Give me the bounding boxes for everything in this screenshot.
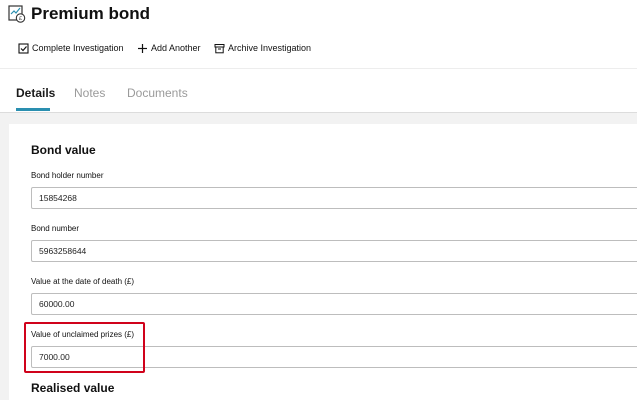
realised-value-heading: Realised value (31, 381, 115, 395)
archive-box-icon (213, 42, 225, 54)
unclaimed-prizes-input[interactable] (31, 346, 637, 368)
add-another-label: Add Another (151, 43, 201, 53)
unclaimed-prizes-label: Value of unclaimed prizes (£) (31, 330, 135, 339)
value-at-death-input[interactable] (31, 293, 637, 315)
active-tab-indicator (16, 108, 50, 111)
add-another-button[interactable]: Add Another (136, 38, 201, 58)
complete-investigation-button[interactable]: Complete Investigation (17, 38, 124, 58)
tab-bar: Details Notes Documents (0, 80, 637, 114)
tab-details[interactable]: Details (16, 86, 55, 100)
archive-investigation-button[interactable]: Archive Investigation (213, 38, 311, 58)
bond-document-icon: £ (8, 5, 26, 23)
bond-value-heading: Bond value (31, 143, 96, 157)
bond-number-input[interactable] (31, 240, 637, 262)
page-title: Premium bond (31, 4, 151, 23)
bond-holder-number-label: Bond holder number (31, 171, 104, 180)
plus-icon (136, 42, 148, 54)
tab-documents[interactable]: Documents (127, 86, 188, 100)
page: £ Premium bond Complete Investigation Ad… (0, 0, 637, 400)
svg-text:£: £ (19, 16, 22, 22)
archive-investigation-label: Archive Investigation (228, 43, 312, 53)
toolbar: Complete Investigation Add Another Archi… (0, 38, 637, 58)
bond-holder-number-input[interactable] (31, 187, 637, 209)
value-at-death-label: Value at the date of death (£) (31, 277, 135, 286)
checkbox-icon (17, 42, 29, 54)
bond-number-label: Bond number (31, 224, 80, 233)
tab-notes[interactable]: Notes (74, 86, 105, 100)
header: £ Premium bond (0, 0, 637, 34)
complete-investigation-label: Complete Investigation (32, 43, 124, 53)
toolbar-divider (0, 68, 637, 69)
